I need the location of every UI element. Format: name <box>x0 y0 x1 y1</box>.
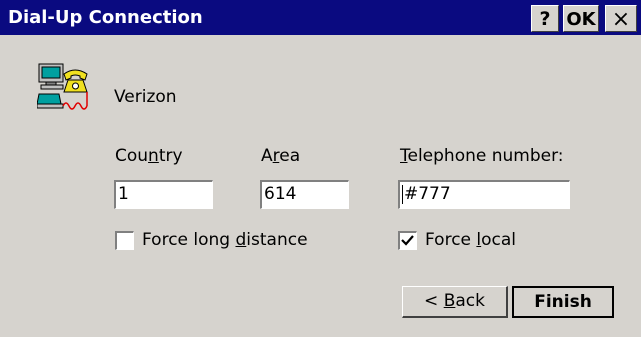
area-label: Area <box>261 146 301 166</box>
window-title: Dial-Up Connection <box>8 7 203 28</box>
connection-name: Verizon <box>114 87 177 107</box>
finish-button[interactable]: Finish <box>512 286 614 318</box>
force-long-distance-label: Force long distance <box>142 230 308 250</box>
close-button[interactable]: × <box>605 5 637 32</box>
checkmark-icon <box>401 235 414 246</box>
title-bar: Dial-Up Connection ? OK × <box>0 0 641 35</box>
telephone-number-label: Telephone number: <box>400 146 564 166</box>
help-button[interactable]: ? <box>531 5 559 32</box>
area-field[interactable]: 614 <box>260 180 349 209</box>
country-label: Country <box>115 146 183 166</box>
force-local-label: Force local <box>425 230 517 250</box>
telephone-number-field[interactable]: #777 <box>398 180 570 209</box>
ok-button[interactable]: OK <box>563 5 599 32</box>
force-local-checkbox[interactable] <box>398 231 417 250</box>
force-long-distance-checkbox[interactable] <box>115 231 134 250</box>
text-cursor <box>402 184 403 204</box>
back-button[interactable]: < Back <box>402 286 508 318</box>
country-field[interactable]: 1 <box>114 180 213 209</box>
dialup-connection-icon <box>36 60 95 112</box>
